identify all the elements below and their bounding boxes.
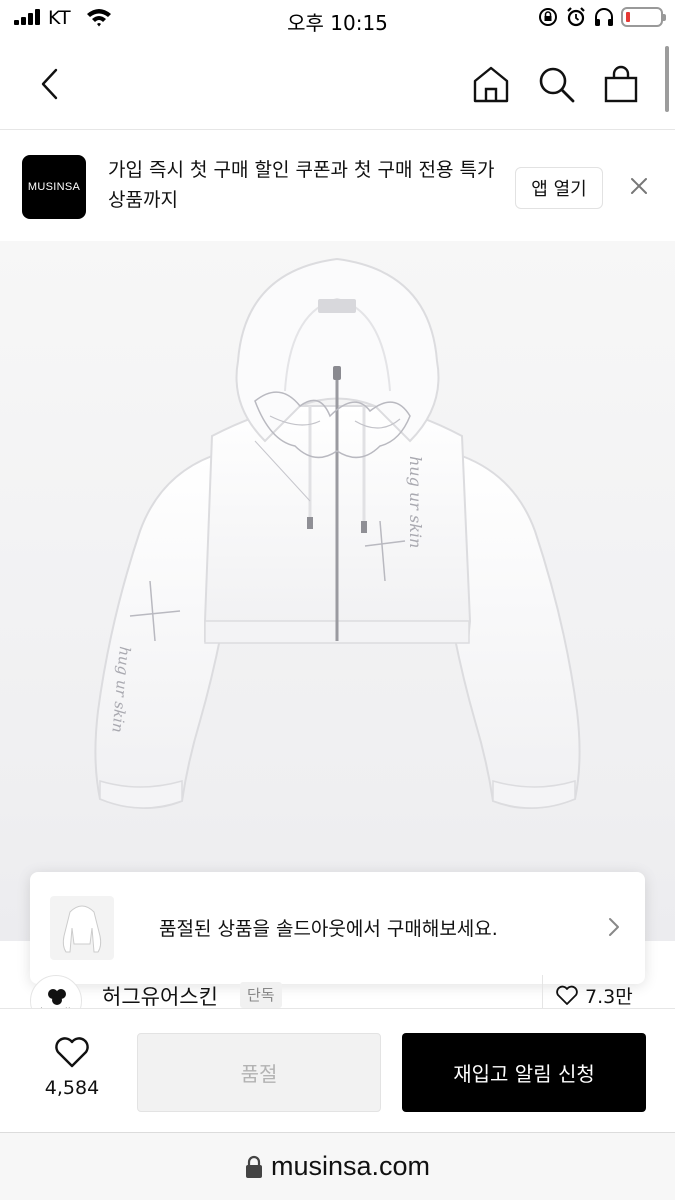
lock-icon xyxy=(245,1155,262,1178)
soldout-thumbnail xyxy=(50,896,114,960)
search-button[interactable] xyxy=(532,60,580,108)
url-text: musinsa.com xyxy=(270,1151,431,1181)
alarm-icon xyxy=(567,7,585,27)
brand-like-count: 7.3만 xyxy=(585,985,633,1008)
restock-alert-button[interactable]: 재입고 알림 신청 xyxy=(402,1033,646,1112)
musinsa-logo: MUSINSA xyxy=(22,155,86,219)
wishlist-count: 4,584 xyxy=(44,1077,100,1099)
soldout-notice-card[interactable]: 품절된 상품을 솔드아웃에서 구매해보세요. xyxy=(30,872,645,984)
cart-button[interactable] xyxy=(597,60,645,108)
browser-url-bar[interactable]: musinsa.com xyxy=(0,1132,675,1200)
heart-outline-icon xyxy=(556,985,578,1005)
brand-logo[interactable]: hugyourskin xyxy=(30,975,82,1010)
product-image[interactable]: hug ur skin hug ur skin xyxy=(0,241,675,941)
shopping-bag-icon xyxy=(604,65,638,103)
exclusive-badge: 단독 xyxy=(240,982,282,1008)
banner-message: 가입 즉시 첫 구매 할인 쿠폰과 첫 구매 전용 특가 상품까지 xyxy=(108,159,495,211)
brand-name[interactable]: 허그유어스킨 xyxy=(102,981,218,1010)
soldout-button: 품절 xyxy=(137,1033,381,1112)
chevron-right-icon xyxy=(609,918,619,936)
purchase-action-bar: 4,584 품절 재입고 알림 신청 xyxy=(0,1008,675,1132)
close-icon xyxy=(631,178,647,194)
headphones-icon xyxy=(595,8,613,26)
svg-text:hug ur skin: hug ur skin xyxy=(406,456,425,548)
brand-like-button[interactable]: 7.3만 xyxy=(542,975,645,1010)
status-bar: KT 오후 10:15 xyxy=(0,0,675,40)
chevron-left-icon xyxy=(41,68,58,100)
scroll-indicator xyxy=(665,46,669,112)
home-button[interactable] xyxy=(467,60,515,108)
hoodie-illustration: hug ur skin hug ur skin xyxy=(94,257,581,809)
search-icon xyxy=(539,67,575,103)
soldout-notice-text: 품절된 상품을 솔드아웃에서 구매해보세요. xyxy=(159,918,498,940)
open-app-button[interactable]: 앱 열기 xyxy=(515,167,603,209)
home-icon xyxy=(473,66,509,103)
app-install-banner: MUSINSA 가입 즉시 첫 구매 할인 쿠폰과 첫 구매 전용 특가 상품까… xyxy=(0,131,675,241)
battery-icon xyxy=(621,7,666,27)
banner-close-button[interactable] xyxy=(622,169,656,203)
wishlist-button[interactable]: 4,584 xyxy=(30,1035,114,1099)
heart-outline-icon xyxy=(55,1037,89,1068)
back-button[interactable] xyxy=(26,60,74,108)
brand-row: hugyourskin 허그유어스킨 단독 7.3만 xyxy=(0,975,675,1010)
rotation-lock-icon xyxy=(539,8,557,26)
nav-bar xyxy=(0,40,675,130)
